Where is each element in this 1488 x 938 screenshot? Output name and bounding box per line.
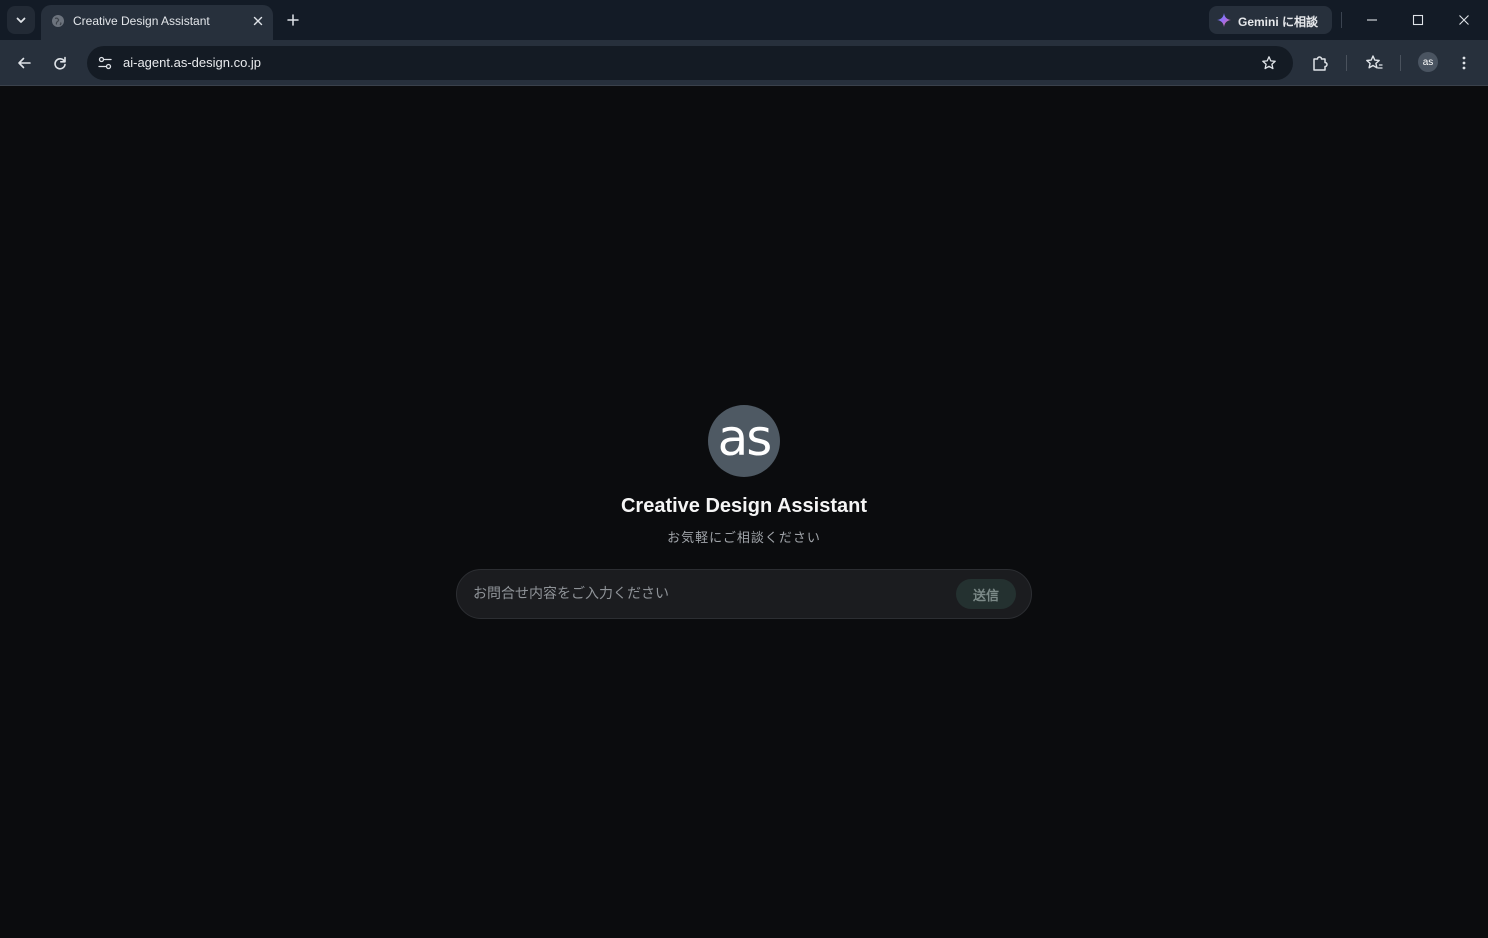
back-button[interactable]	[10, 49, 38, 77]
chevron-down-icon	[16, 17, 26, 23]
more-vert-icon	[1462, 56, 1466, 70]
plus-icon	[287, 14, 299, 26]
tune-icon	[98, 56, 112, 70]
bookmark-button[interactable]	[1257, 51, 1281, 75]
puzzle-icon	[1313, 56, 1328, 71]
browser-menu-button[interactable]	[1450, 49, 1478, 77]
toolbar-separator	[1400, 55, 1401, 71]
send-button[interactable]: 送信	[956, 579, 1016, 609]
chat-input-bar: 送信	[456, 569, 1032, 619]
page-content: as Creative Design Assistant お気軽にご相談ください…	[1, 87, 1487, 937]
star-list-icon	[1366, 55, 1383, 69]
chat-input[interactable]	[473, 582, 943, 606]
maximize-button[interactable]	[1404, 6, 1432, 34]
minimize-icon	[1367, 19, 1377, 21]
maximize-icon	[1412, 14, 1424, 26]
bookmarks-button[interactable]	[1360, 49, 1388, 77]
globe-icon	[52, 15, 64, 27]
tab-close-button[interactable]	[248, 11, 268, 31]
minimize-button[interactable]	[1358, 6, 1386, 34]
reload-button[interactable]	[46, 49, 74, 77]
browser-tab[interactable]: Creative Design Assistant	[41, 5, 273, 40]
close-icon	[1459, 15, 1469, 25]
extensions-button[interactable]	[1306, 49, 1334, 77]
browser-title-bar: Creative Design Assistant Gemini に相談	[0, 0, 1488, 40]
page-subtitle: お気軽にご相談ください	[667, 530, 821, 545]
new-tab-button[interactable]	[281, 8, 305, 32]
toolbar-separator	[1346, 55, 1347, 71]
brand-logo: as	[708, 405, 780, 477]
gemini-button[interactable]: Gemini に相談	[1209, 6, 1332, 34]
arrow-left-icon	[18, 57, 31, 69]
star-outline-icon	[1262, 56, 1276, 70]
profile-avatar[interactable]: as	[1418, 52, 1438, 72]
reload-icon	[54, 56, 66, 70]
tab-title: Creative Design Assistant	[73, 14, 210, 28]
site-info-button[interactable]	[92, 50, 118, 76]
title-bar-separator	[1341, 12, 1342, 28]
gemini-label: Gemini に相談	[1238, 15, 1319, 29]
address-bar[interactable]: ai-agent.as-design.co.jp	[87, 46, 1293, 80]
url-text[interactable]: ai-agent.as-design.co.jp	[123, 55, 261, 70]
window-close-button[interactable]	[1450, 6, 1478, 34]
logo-text: as	[717, 409, 773, 467]
browser-toolbar: ai-agent.as-design.co.jp as	[0, 40, 1488, 86]
page-title: Creative Design Assistant	[620, 495, 867, 517]
tab-search-button[interactable]	[7, 6, 35, 34]
close-icon	[253, 16, 263, 26]
gemini-sparkle-icon	[1217, 13, 1231, 27]
